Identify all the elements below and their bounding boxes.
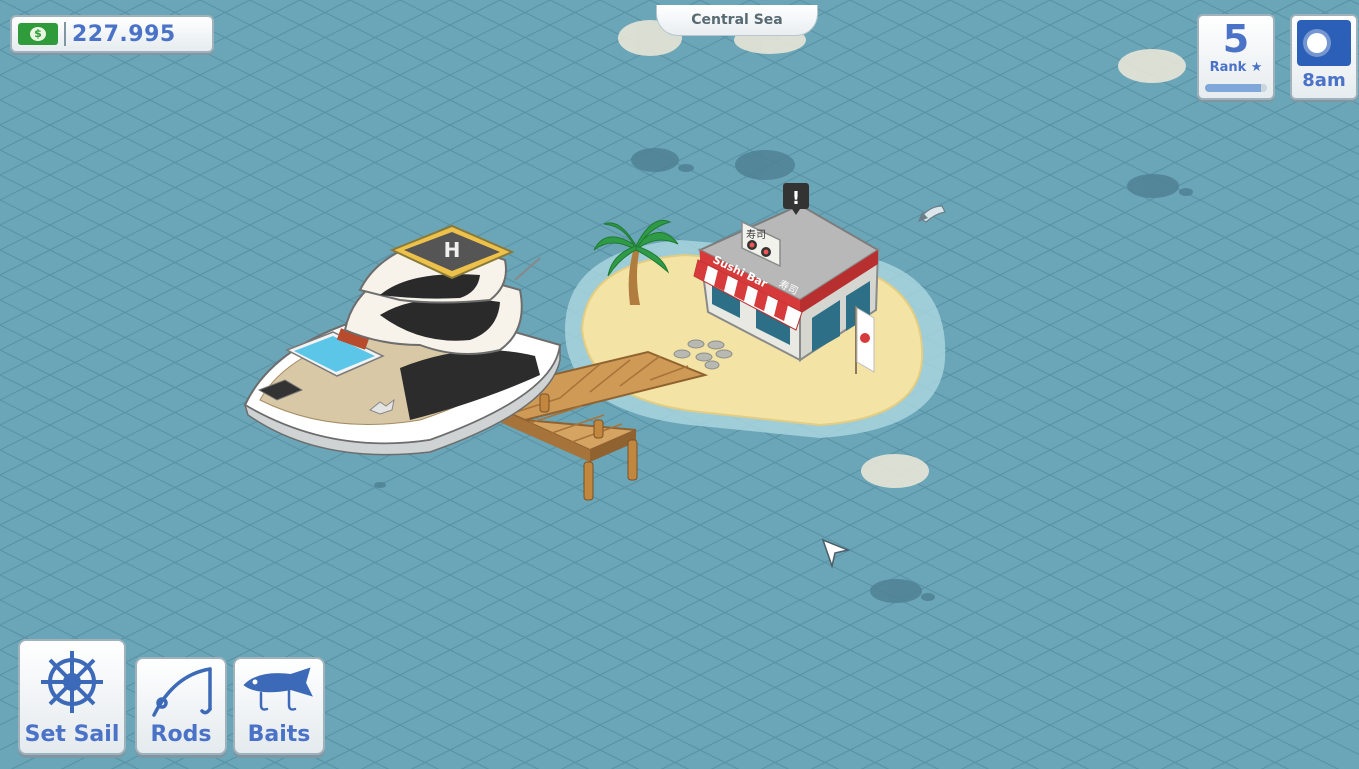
region-title: Central Sea: [656, 5, 818, 36]
set-sail-label: Set Sail: [24, 722, 120, 747]
fish-lure-icon: [243, 667, 313, 711]
rank-progress-bar: [1205, 84, 1267, 92]
fishing-rod-icon: [152, 667, 212, 717]
cash-icon: $: [18, 23, 58, 45]
sky-panel: [1297, 20, 1351, 66]
baits-label: Baits: [247, 722, 311, 747]
rods-label: Rods: [150, 722, 212, 747]
ship-wheel-icon: [41, 651, 103, 713]
sun-icon: [1307, 33, 1327, 53]
time-label: 8am: [1302, 70, 1346, 91]
money-divider: [64, 22, 66, 46]
time-of-day-button[interactable]: 8am: [1290, 14, 1358, 100]
sea-scene[interactable]: 寿司 Sushi Bar 寿司 ! H: [0, 0, 1359, 769]
money-panel: $ 227.995: [10, 15, 214, 53]
baits-button[interactable]: Baits: [233, 657, 325, 755]
rank-number: 5: [1222, 17, 1250, 61]
rank-button[interactable]: 5 Rank ★: [1197, 14, 1275, 100]
game-screen: 寿司 Sushi Bar 寿司 ! H $ 227.995 Central Se…: [0, 0, 1359, 769]
sign-board-kanji: 寿司: [746, 228, 766, 241]
rank-label: Rank ★: [1209, 60, 1263, 75]
alert-mark: !: [792, 188, 800, 209]
svg-text:H: H: [444, 238, 461, 262]
rods-button[interactable]: Rods: [135, 657, 227, 755]
money-value: 227.995: [72, 21, 176, 47]
rank-progress-fill: [1205, 84, 1261, 92]
set-sail-button[interactable]: Set Sail: [18, 639, 126, 755]
